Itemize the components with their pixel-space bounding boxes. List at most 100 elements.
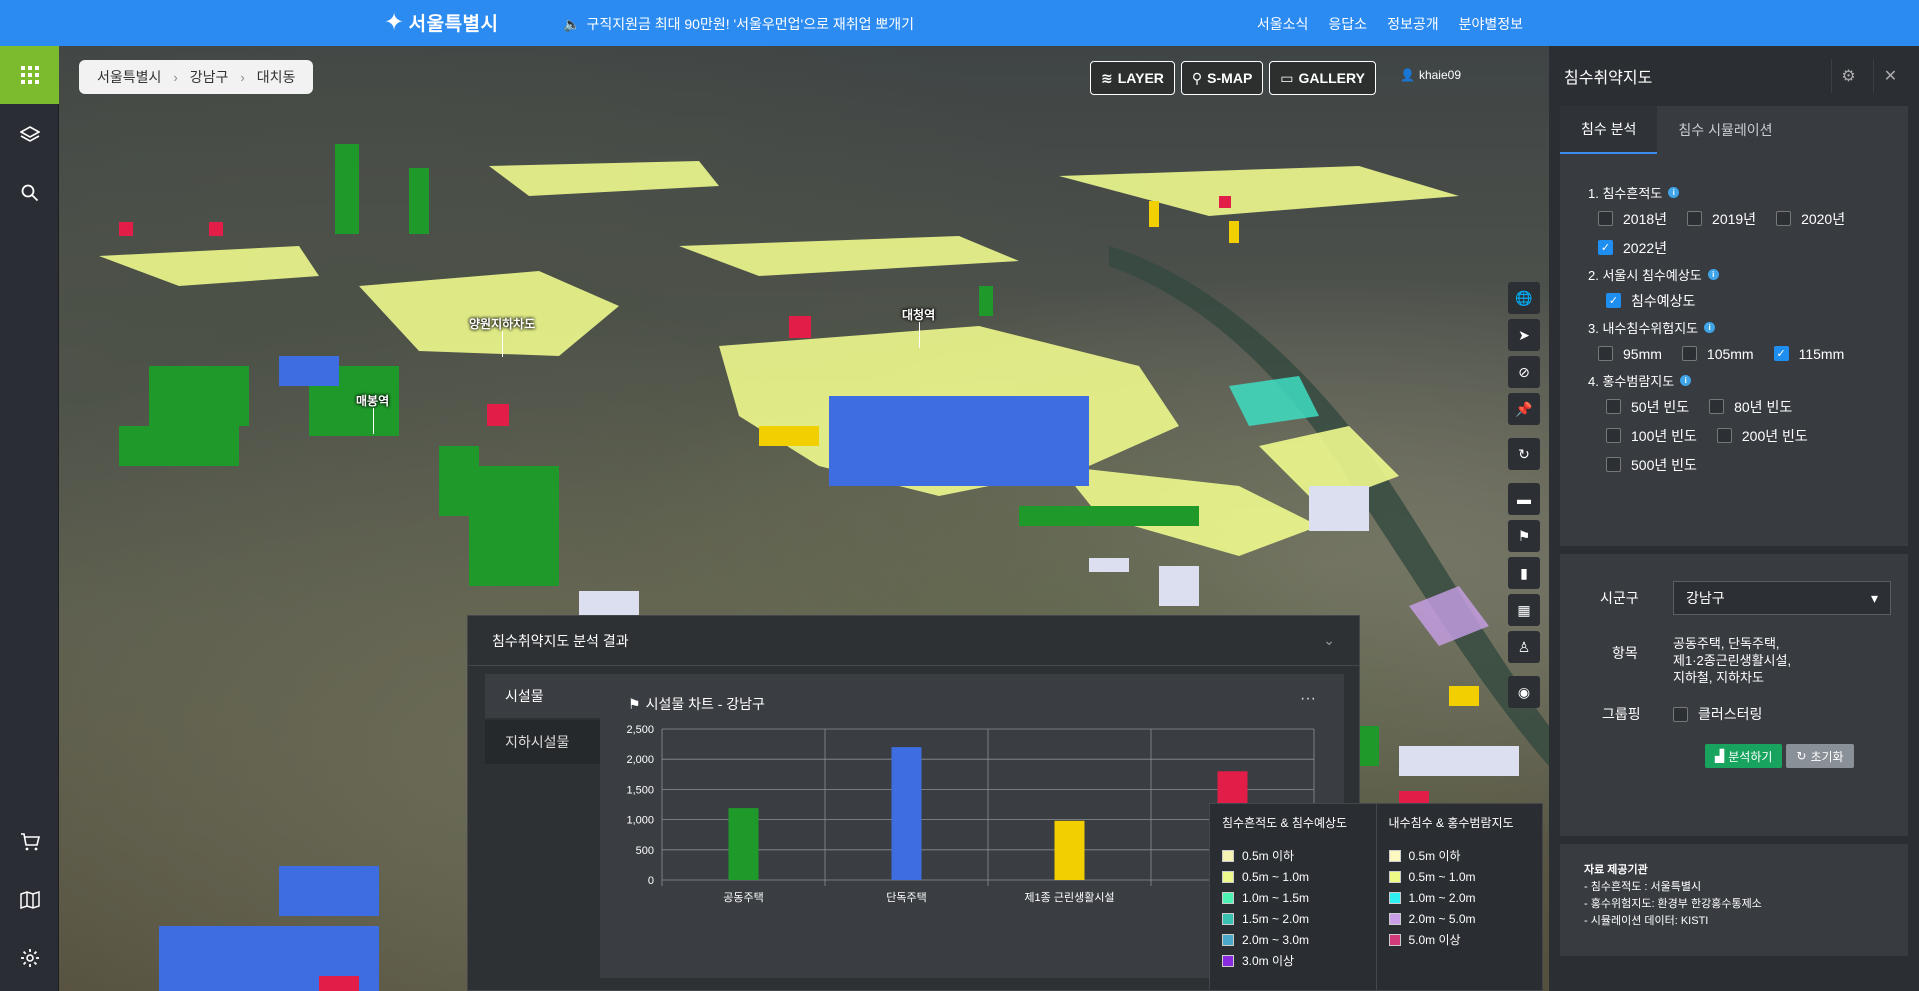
apps-grid-button[interactable] [0, 46, 59, 104]
flood-vulnerability-panel: 침수취약지도 ⚙ ✕ 침수 분석 침수 시뮬레이션 1. 침수흔적도 i 201… [1549, 46, 1919, 991]
seoul-logo[interactable]: ✦ 서울특별시 [384, 9, 499, 36]
option-checkbox[interactable]: ✓ 2022년 [1598, 238, 1667, 258]
analyze-button[interactable]: ▟ 분석하기 [1705, 744, 1783, 768]
option-checkbox[interactable]: 2018년 [1598, 209, 1667, 229]
nav-link-news[interactable]: 서울소식 [1257, 14, 1309, 34]
option-label: 200년 빈도 [1741, 427, 1808, 444]
option-checkbox[interactable]: 100년 빈도 [1606, 426, 1697, 446]
info-icon[interactable]: i [1680, 374, 1692, 386]
nav-link-info[interactable]: 정보공개 [1387, 14, 1439, 34]
info-icon[interactable]: i [1668, 186, 1680, 198]
map-label-daecheong[interactable]: 대청역 [902, 306, 935, 348]
option-checkbox[interactable]: 2019년 [1687, 209, 1756, 229]
reset-button[interactable]: ↻ 초기화 [1786, 744, 1854, 768]
legend-swatch [1222, 912, 1234, 925]
tab-flood-simulation[interactable]: 침수 시뮬레이션 [1657, 106, 1793, 154]
option-checkbox[interactable]: 105mm [1681, 345, 1754, 362]
option-checkbox[interactable]: 95mm [1598, 346, 1662, 362]
analyze-button-label: 분석하기 [1728, 749, 1773, 764]
cart-button[interactable] [0, 813, 59, 871]
settings-button[interactable] [0, 929, 59, 987]
layer-button-label: LAYER [1117, 70, 1164, 86]
person-icon[interactable]: ♙ [1508, 631, 1540, 663]
option-checkbox[interactable]: ✓ 115mm [1773, 346, 1844, 362]
checkbox-box[interactable] [1776, 211, 1792, 226]
checkbox-checked-icon[interactable]: ✓ [1606, 293, 1621, 308]
left-rail [0, 46, 59, 991]
checkbox-box[interactable] [1598, 346, 1613, 361]
breadcrumb-district[interactable]: 강남구 [190, 67, 229, 87]
area-icon[interactable]: ⚑ [1508, 520, 1540, 552]
option-checkbox[interactable]: 500년 빈도 [1606, 455, 1697, 475]
checkbox-checked-icon[interactable]: ✓ [1598, 240, 1613, 255]
checkbox-box[interactable] [1606, 428, 1621, 443]
chevron-down-icon[interactable]: ⌄ [1323, 632, 1335, 649]
tab-facilities[interactable]: 시설물 [485, 674, 600, 718]
y-tick-label: 500 [636, 845, 654, 857]
checkbox-box[interactable] [1716, 428, 1732, 443]
breadcrumb-city[interactable]: 서울특별시 [97, 67, 161, 87]
top-bar: ✦ 서울특별시 🔈 구직지원금 최대 90만원! '서울우먼업'으로 재취업 뽀… [0, 0, 1919, 46]
nav-link-response[interactable]: 응답소 [1328, 14, 1367, 34]
legend-label: 0.5m ~ 1.0m [1242, 869, 1310, 884]
option-label: 105mm [1706, 345, 1754, 362]
clustering-checkbox[interactable]: 클러스터링 [1673, 704, 1762, 724]
height-icon[interactable]: ▮ [1508, 557, 1540, 589]
refresh-icon[interactable]: ↻ [1508, 438, 1540, 470]
compass-icon[interactable]: ⊘ [1508, 356, 1540, 388]
option-checkbox[interactable]: 50년 빈도 [1606, 397, 1689, 417]
nav-link-fields[interactable]: 분야별정보 [1459, 14, 1523, 34]
legend-label: 1.5m ~ 2.0m [1242, 911, 1310, 926]
legend-item: 5.0m 이상 [1388, 929, 1531, 950]
cursor-icon[interactable]: ➤ [1508, 319, 1540, 351]
camera-icon[interactable]: ◉ [1508, 676, 1540, 708]
checkbox-box[interactable] [1709, 399, 1725, 414]
checkbox-box[interactable] [1598, 211, 1613, 226]
monitor-icon: ▭ [1280, 69, 1294, 86]
checkbox-box[interactable] [1687, 211, 1703, 226]
option-checkbox[interactable]: 80년 빈도 [1709, 397, 1792, 417]
layers-button[interactable] [0, 106, 59, 164]
ruler-icon[interactable]: ▬ [1508, 483, 1540, 515]
map-label-maebong[interactable]: 매봉역 [356, 392, 389, 434]
legend-swatch [1388, 891, 1401, 904]
search-button[interactable] [0, 164, 59, 222]
option-label: 침수예상도 [1631, 292, 1696, 309]
breadcrumb-dong[interactable]: 대치동 [257, 67, 296, 87]
map-label-station[interactable]: 양원지하차도 [469, 315, 535, 357]
pin-icon[interactable]: 📌 [1508, 393, 1540, 425]
close-icon[interactable]: ✕ [1873, 59, 1907, 93]
logo-text: 서울특별시 [408, 14, 499, 35]
smap-button-label: S-MAP [1207, 70, 1253, 86]
user-chip[interactable]: 👤 khaie09 [1400, 68, 1461, 82]
info-icon[interactable]: i [1704, 321, 1716, 333]
tab-flood-analysis[interactable]: 침수 분석 [1560, 106, 1658, 154]
results-title: 침수취약지도 분석 결과 [492, 632, 629, 649]
legend-item: 1.0m ~ 1.5m [1222, 887, 1364, 908]
checkbox-box[interactable] [1606, 457, 1621, 472]
legend-swatch [1222, 849, 1234, 862]
smap-button[interactable]: ⚲ S-MAP [1180, 61, 1264, 95]
gallery-button[interactable]: ▭ GALLERY [1269, 61, 1376, 95]
checkbox-checked-icon[interactable]: ✓ [1773, 346, 1789, 361]
checkbox-box[interactable] [1681, 346, 1697, 361]
option-checkbox[interactable]: ✓ 침수예상도 [1606, 291, 1695, 311]
district-select[interactable]: 강남구 ▾ [1673, 581, 1891, 615]
notice-banner[interactable]: 🔈 구직지원금 최대 90만원! '서울우먼업'으로 재취업 뽀개기 [563, 14, 914, 34]
legend-swatch [1388, 870, 1401, 883]
tab-underground-facilities[interactable]: 지하시설물 [485, 720, 600, 764]
checkbox-box[interactable] [1673, 706, 1688, 722]
building-icon[interactable]: ▦ [1508, 594, 1540, 626]
legend-label: 3.0m 이상 [1242, 954, 1295, 968]
layer-button[interactable]: ≋ LAYER [1090, 61, 1175, 95]
info-icon[interactable]: i [1707, 268, 1719, 280]
district-label: 시군구 [1600, 590, 1639, 606]
gear-icon[interactable]: ⚙ [1831, 59, 1865, 93]
option-checkbox[interactable]: 200년 빈도 [1716, 426, 1808, 446]
globe-icon[interactable]: 🌐 [1508, 282, 1540, 314]
option-checkbox[interactable]: 2020년 [1776, 209, 1845, 229]
legend-label: 0.5m 이하 [1408, 849, 1461, 863]
source-title: 자료 제공기관 [1584, 864, 1648, 876]
map-button[interactable] [0, 871, 59, 929]
checkbox-box[interactable] [1606, 399, 1621, 414]
